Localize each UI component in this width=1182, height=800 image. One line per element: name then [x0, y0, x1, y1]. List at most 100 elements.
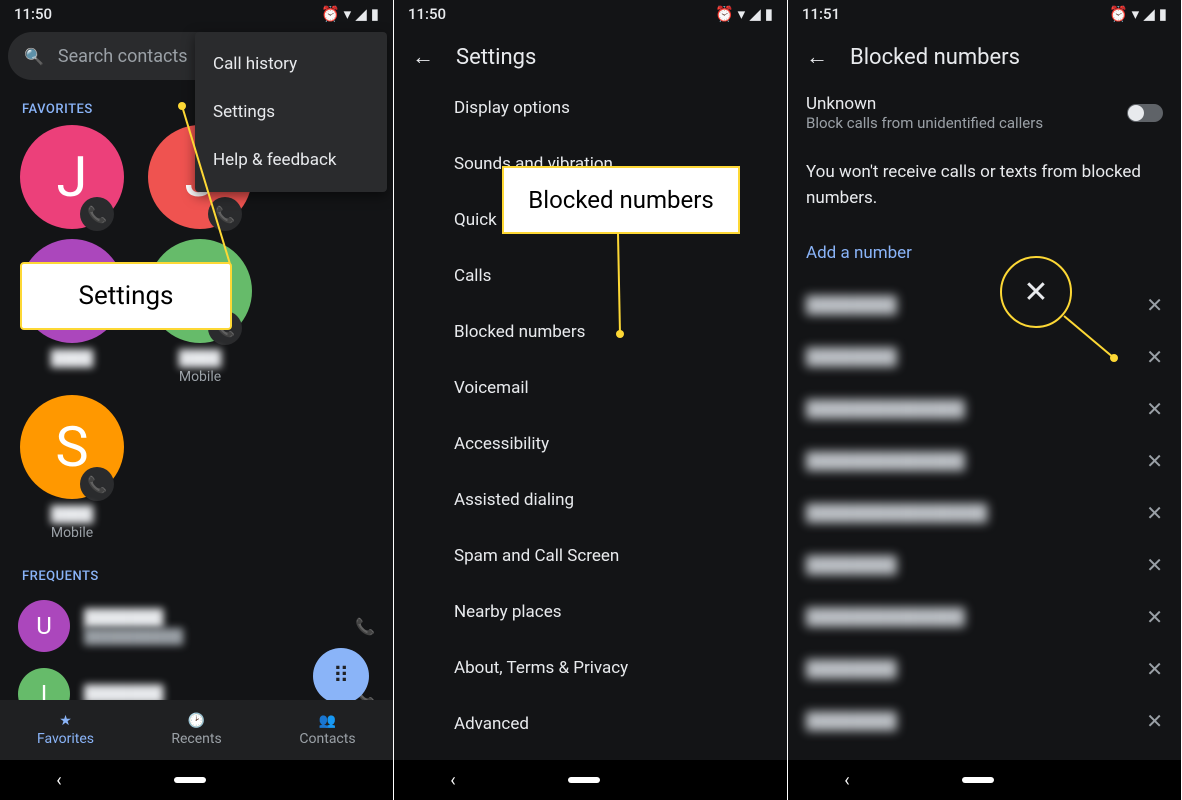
remove-icon[interactable]: ✕	[1146, 345, 1163, 369]
remove-icon[interactable]: ✕	[1146, 657, 1163, 681]
blocked-entry: ██████████████✕	[806, 435, 1163, 487]
contact-type: Mobile	[8, 525, 136, 541]
callout-blocked-numbers: Blocked numbers	[502, 166, 740, 234]
wifi-icon: ▾	[1132, 5, 1140, 23]
remove-icon[interactable]: ✕	[1146, 553, 1163, 577]
contact-name: ████	[8, 349, 136, 367]
clock: 11:50	[14, 5, 52, 23]
status-icons: ⏰ ▾ ◢ ▮	[715, 5, 773, 23]
frequents-header: FREQUENTS	[0, 551, 393, 592]
search-placeholder: Search contacts	[58, 46, 188, 67]
remove-icon[interactable]: ✕	[1146, 605, 1163, 629]
home-pill[interactable]	[962, 777, 994, 783]
back-icon[interactable]: ‹	[450, 770, 455, 791]
remove-icon[interactable]: ✕	[1146, 449, 1163, 473]
avatar: J📞	[20, 125, 124, 229]
add-number-button[interactable]: Add a number	[806, 237, 1163, 279]
search-icon: 🔍	[24, 47, 44, 66]
phone-screen-settings: 11:50 ⏰ ▾ ◢ ▮ ← Settings Display options…	[394, 0, 788, 800]
clock: 11:50	[408, 5, 446, 23]
battery-icon: ▮	[371, 5, 379, 23]
callout-remove-x: ✕	[1000, 256, 1072, 328]
phone-screen-blocked: 11:51 ⏰ ▾ ◢ ▮ ← Blocked numbers Unknown …	[788, 0, 1182, 800]
blocked-note: You won't receive calls or texts from bl…	[806, 142, 1163, 237]
status-bar: 11:50 ⏰ ▾ ◢ ▮	[0, 0, 393, 28]
back-icon[interactable]: ‹	[844, 770, 849, 791]
system-nav: ‹	[788, 760, 1181, 800]
unknown-title: Unknown	[806, 94, 1043, 114]
setting-calls[interactable]: Calls	[394, 248, 787, 304]
blocked-entry: ████████✕	[806, 695, 1163, 747]
setting-voicemail[interactable]: Voicemail	[394, 360, 787, 416]
wifi-icon: ▾	[738, 5, 746, 23]
blocked-entry: ████████✕	[806, 279, 1163, 331]
status-bar: 11:50 ⏰ ▾ ◢ ▮	[394, 0, 787, 28]
system-nav: ‹	[394, 760, 787, 800]
dialpad-fab[interactable]: ⠿	[313, 648, 369, 704]
alarm-icon: ⏰	[715, 5, 734, 23]
setting-display-options[interactable]: Display options	[394, 80, 787, 136]
setting-about[interactable]: About, Terms & Privacy	[394, 640, 787, 696]
setting-advanced[interactable]: Advanced	[394, 696, 787, 752]
remove-icon[interactable]: ✕	[1146, 293, 1163, 317]
back-icon[interactable]: ←	[806, 44, 828, 70]
alarm-icon: ⏰	[321, 5, 340, 23]
blocked-entry: ████████✕	[806, 643, 1163, 695]
blocked-entry: ████████████████✕	[806, 487, 1163, 539]
menu-settings[interactable]: Settings	[195, 88, 387, 136]
clock-icon: 🕑	[188, 713, 205, 729]
menu-help[interactable]: Help & feedback	[195, 136, 387, 184]
contact-name: ████	[8, 505, 136, 523]
status-icons: ⏰ ▾ ◢ ▮	[1109, 5, 1167, 23]
status-bar: 11:51 ⏰ ▾ ◢ ▮	[788, 0, 1181, 28]
remove-icon[interactable]: ✕	[1146, 501, 1163, 525]
people-icon: 👥	[319, 713, 336, 729]
wifi-icon: ▾	[344, 5, 352, 23]
blocked-entry: ████████✕	[806, 539, 1163, 591]
tab-favorites[interactable]: ★Favorites	[0, 700, 131, 760]
blocked-entry: ██████████████✕	[806, 591, 1163, 643]
contact-name: ███████	[84, 608, 341, 628]
home-pill[interactable]	[174, 777, 206, 783]
setting-accessibility[interactable]: Accessibility	[394, 416, 787, 472]
page-title: Settings	[456, 45, 536, 70]
setting-spam[interactable]: Spam and Call Screen	[394, 528, 787, 584]
tab-contacts[interactable]: 👥Contacts	[262, 700, 393, 760]
menu-call-history[interactable]: Call history	[195, 40, 387, 88]
favorite-contact[interactable]: S📞 ████ Mobile	[8, 395, 136, 541]
battery-icon: ▮	[765, 5, 773, 23]
phone-icon: 📞	[208, 197, 242, 231]
contact-name: ████	[136, 349, 264, 367]
back-icon[interactable]: ←	[412, 44, 434, 70]
blocked-entry: ██████████████✕	[806, 383, 1163, 435]
remove-icon[interactable]: ✕	[1146, 397, 1163, 421]
signal-icon: ◢	[1143, 5, 1155, 23]
home-pill[interactable]	[568, 777, 600, 783]
clock: 11:51	[802, 5, 840, 23]
tab-recents[interactable]: 🕑Recents	[131, 700, 262, 760]
avatar: U	[18, 600, 70, 652]
signal-icon: ◢	[355, 5, 367, 23]
alarm-icon: ⏰	[1109, 5, 1128, 23]
settings-header: ← Settings	[394, 28, 787, 80]
favorite-contact[interactable]: J📞	[8, 125, 136, 229]
setting-nearby[interactable]: Nearby places	[394, 584, 787, 640]
blocked-header: ← Blocked numbers	[788, 28, 1181, 80]
contact-type: Mobile	[136, 369, 264, 385]
signal-icon: ◢	[749, 5, 761, 23]
avatar: S📞	[20, 395, 124, 499]
bottom-tabs: ★Favorites 🕑Recents 👥Contacts	[0, 700, 393, 760]
setting-blocked-numbers[interactable]: Blocked numbers	[394, 304, 787, 360]
overflow-menu: Call history Settings Help & feedback	[195, 32, 387, 192]
phone-icon: 📞	[80, 467, 114, 501]
status-icons: ⏰ ▾ ◢ ▮	[321, 5, 379, 23]
back-icon[interactable]: ‹	[56, 770, 61, 791]
contact-detail: ██████████	[84, 628, 341, 645]
unknown-subtitle: Block calls from unidentified callers	[806, 114, 1043, 132]
remove-icon[interactable]: ✕	[1146, 709, 1163, 733]
phone-icon[interactable]: 📞	[355, 617, 375, 636]
toggle-switch[interactable]	[1127, 104, 1163, 122]
setting-assisted-dialing[interactable]: Assisted dialing	[394, 472, 787, 528]
unknown-toggle-row[interactable]: Unknown Block calls from unidentified ca…	[806, 80, 1163, 142]
phone-icon: 📞	[80, 197, 114, 231]
